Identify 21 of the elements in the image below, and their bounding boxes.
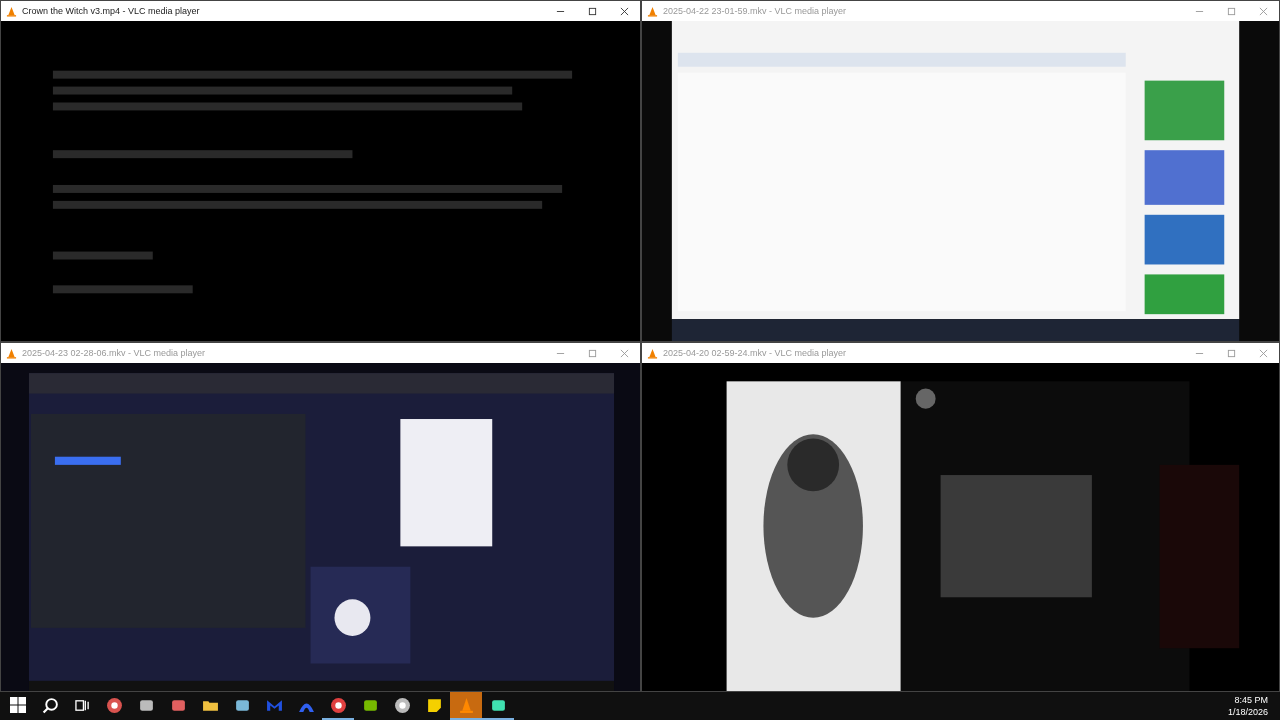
- close-icon: [619, 348, 629, 358]
- window-title: Crown the Witch v3.mp4 - VLC media player: [22, 6, 200, 16]
- close-icon: [619, 6, 629, 16]
- task-view-icon: [74, 697, 90, 713]
- maximize-icon: [587, 6, 597, 16]
- close-icon: [1258, 6, 1268, 16]
- clock-date: 1/18/2026: [1227, 706, 1268, 718]
- search-icon: [41, 696, 59, 714]
- clock-time: 8:45 PM: [1234, 694, 1268, 706]
- maximize-icon: [1226, 348, 1236, 358]
- window-title: 2025-04-23 02-28-06.mkv - VLC media player: [22, 348, 206, 358]
- window-title: 2025-04-22 23-01-59.mkv - VLC media player: [663, 6, 847, 16]
- maximize-icon: [1226, 6, 1236, 16]
- maximize-icon: [587, 348, 597, 358]
- window-title: 2025-04-20 02-59-24.mkv - VLC media player: [663, 348, 847, 358]
- traffic-cone-icon: [647, 5, 658, 17]
- traffic-cone-icon: [6, 347, 17, 359]
- windows-logo-icon: [10, 697, 26, 713]
- traffic-cone-icon: [647, 347, 658, 359]
- close-icon: [1258, 348, 1268, 358]
- traffic-cone-icon: [6, 5, 17, 17]
